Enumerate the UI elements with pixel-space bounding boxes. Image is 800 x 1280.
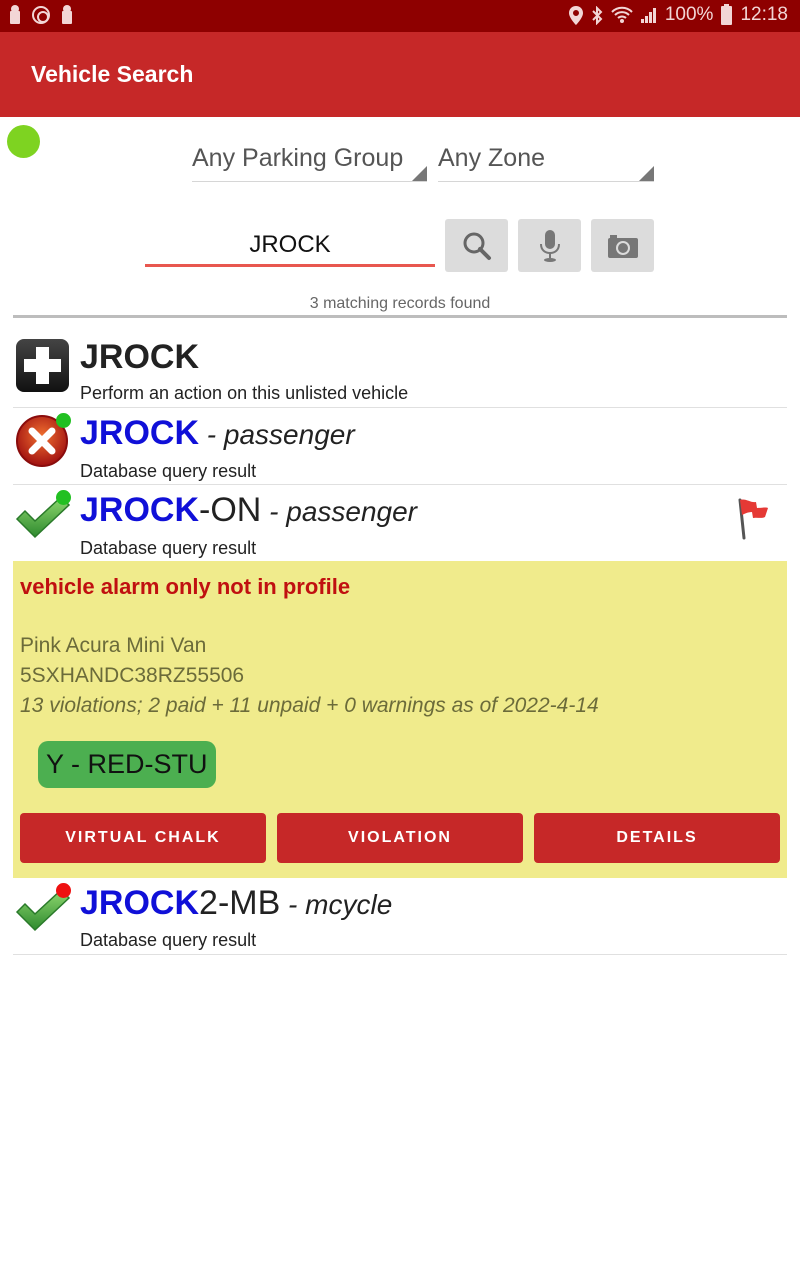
dropdown-arrow-icon	[412, 166, 427, 181]
zone-value: Any Zone	[438, 144, 546, 172]
details-button[interactable]: DETAILS	[534, 813, 780, 863]
app-bar: Vehicle Search	[0, 32, 800, 117]
plate-match: JROCK	[80, 884, 200, 922]
row-subtitle: Perform an action on this unlisted vehic…	[80, 383, 409, 403]
vehicle-type: - passenger	[199, 419, 355, 450]
result-row-expanded[interactable]: JROCK-ON - passenger Database query resu…	[13, 485, 787, 561]
vehicle-details-panel: vehicle alarm only not in profile Pink A…	[13, 561, 787, 878]
add-icon	[16, 339, 69, 392]
signal-icon	[640, 8, 656, 23]
search-icon	[463, 232, 491, 260]
parking-group-dropdown[interactable]: Any Parking Group	[192, 140, 427, 182]
wifi-icon	[611, 6, 633, 23]
row-subtitle: Database query result	[80, 930, 257, 950]
clock: 12:18	[740, 4, 788, 25]
plate-rest: -ON	[199, 491, 262, 529]
row-subtitle: Database query result	[80, 461, 257, 481]
status-dot	[56, 490, 71, 505]
vehicle-type: - mcycle	[280, 889, 393, 920]
microphone-icon	[539, 229, 560, 262]
voice-search-button[interactable]	[518, 219, 581, 272]
camera-icon	[607, 234, 638, 258]
plate-search-input[interactable]	[145, 225, 435, 267]
keyhole-icon	[10, 5, 20, 25]
power-icon	[32, 6, 50, 24]
search-button[interactable]	[445, 219, 508, 272]
permit-badge: Y - RED-STU	[38, 741, 216, 788]
battery-icon	[721, 3, 733, 25]
result-row[interactable]: JROCK2-MB - mcycle Database query result	[13, 878, 787, 955]
flag-icon[interactable]	[735, 497, 769, 541]
parking-group-value: Any Parking Group	[192, 144, 404, 172]
connection-status-indicator	[7, 125, 40, 158]
row-subtitle: Database query result	[80, 538, 257, 558]
results-count: 3 matching records found	[309, 295, 491, 312]
unlisted-vehicle-row[interactable]: JROCK Perform an action on this unlisted…	[13, 330, 787, 408]
battery-percent: 100%	[664, 4, 714, 25]
plate-line: JROCK-ON - passenger	[80, 491, 417, 530]
violations-summary: 13 violations; 2 paid + 11 unpaid + 0 wa…	[20, 694, 599, 717]
violation-button[interactable]: VIOLATION	[277, 813, 523, 863]
zone-dropdown[interactable]: Any Zone	[438, 140, 654, 182]
plate-line: JROCK2-MB - mcycle	[80, 884, 392, 923]
status-dot	[56, 883, 71, 898]
status-bar: 100% 12:18	[0, 0, 800, 32]
vehicle-vin: 5SXHANDC38RZ55506	[20, 664, 245, 687]
page-title: Vehicle Search	[31, 61, 194, 87]
plate-line: JROCK - passenger	[80, 414, 355, 453]
plate-rest: 2-MB	[199, 884, 281, 922]
alarm-notice: vehicle alarm only not in profile	[20, 574, 351, 599]
result-row[interactable]: JROCK - passenger Database query result	[13, 408, 787, 485]
camera-scan-button[interactable]	[591, 219, 654, 272]
keyhole-icon	[62, 5, 72, 25]
vehicle-type: - passenger	[261, 496, 417, 527]
vehicle-description: Pink Acura Mini Van	[20, 634, 207, 657]
plate-match: JROCK	[80, 414, 200, 452]
virtual-chalk-button[interactable]: VIRTUAL CHALK	[20, 813, 266, 863]
divider	[13, 315, 787, 318]
location-icon	[568, 5, 583, 25]
bluetooth-icon	[592, 5, 603, 25]
plate-match: JROCK	[80, 491, 200, 529]
plate-number: JROCK	[80, 338, 200, 376]
status-dot	[56, 413, 71, 428]
dropdown-arrow-icon	[639, 166, 654, 181]
